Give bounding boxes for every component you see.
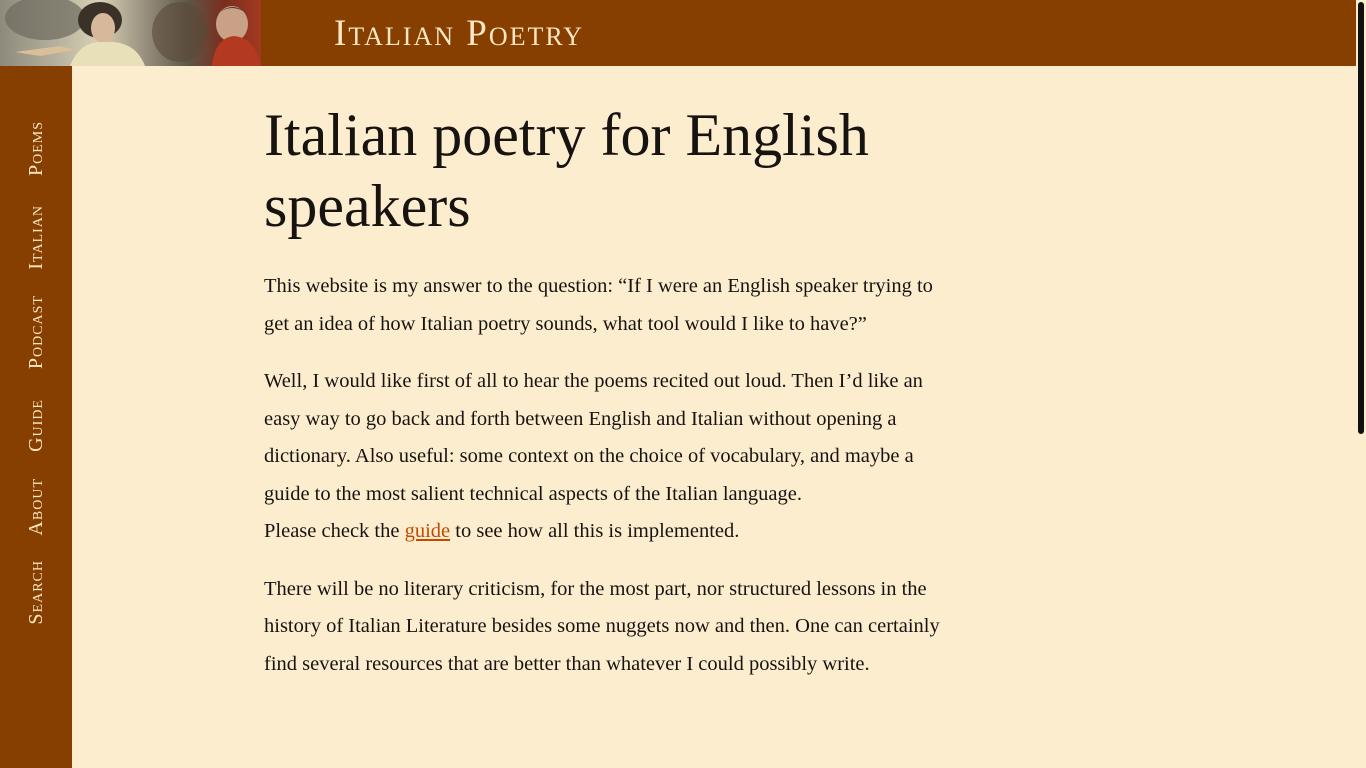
nav-item-search[interactable]: Search [24, 556, 48, 628]
nav-item-podcast[interactable]: Podcast [24, 291, 48, 373]
intro-paragraph: This website is my answer to the questio… [264, 275, 933, 335]
wishes-paragraph: Well, I would like first of all to hear … [264, 370, 923, 505]
main-content: Italian poetry for English speakers This… [264, 100, 940, 703]
banner-painting-image[interactable] [0, 0, 261, 66]
nav-item-label: Search [24, 559, 47, 625]
nav-item-label: About [24, 478, 47, 536]
nav-item-about[interactable]: About [24, 476, 48, 538]
painting-figures-icon [5, 0, 260, 66]
sidebar-nav: Poems Italian Podcast Guide About Search [0, 66, 72, 768]
nav-item-label: Podcast [24, 294, 47, 370]
nav-item-guide[interactable]: Guide [24, 394, 48, 456]
scrollbar-thumb[interactable] [1358, 2, 1364, 434]
guide-paragraph-text-before: Please check the [264, 520, 405, 542]
page-title: Italian poetry for English speakers [264, 102, 869, 239]
nav-item-label: Italian [24, 204, 47, 270]
site-title[interactable]: Italian Poetry [334, 12, 584, 56]
nav-item-label: Guide [24, 398, 47, 452]
top-bar: Italian Poetry [0, 0, 1356, 66]
scrollbar[interactable] [1356, 0, 1366, 768]
nav-item-label: Poems [24, 121, 47, 177]
guide-paragraph: Please check the guide to see how all th… [264, 513, 940, 551]
criticism-paragraph: There will be no literary criticism, for… [264, 577, 940, 675]
guide-paragraph-text-after: to see how all this is implemented. [450, 520, 740, 542]
nav-item-poems[interactable]: Poems [24, 116, 48, 182]
guide-link[interactable]: guide [405, 520, 451, 542]
nav-item-italian[interactable]: Italian [24, 200, 48, 274]
